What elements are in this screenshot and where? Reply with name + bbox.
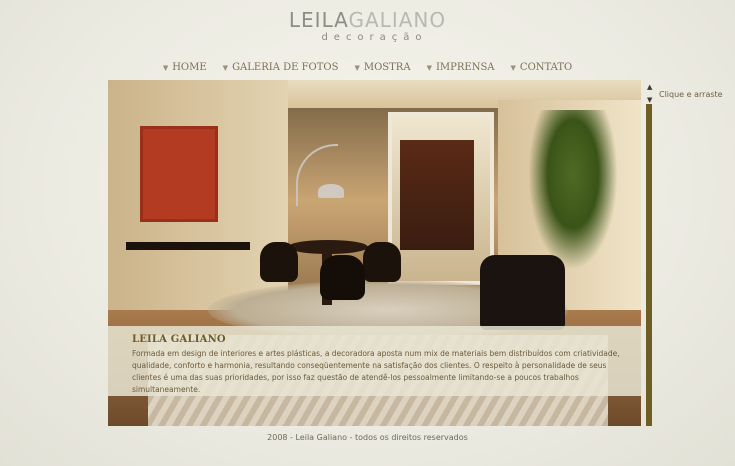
site-logo[interactable]: LEILAGALIANO decoração	[0, 8, 735, 43]
logo-tagline: decoração	[321, 32, 428, 43]
triangle-down-icon: ▼	[510, 63, 516, 72]
nav-item-imprensa[interactable]: ▼ IMPRENSA	[427, 62, 495, 73]
about-title: LEILA GALIANO	[132, 334, 226, 345]
photo-console	[126, 242, 250, 250]
triangle-down-icon: ▼	[354, 63, 360, 72]
nav-item-mostra[interactable]: ▼ MOSTRA	[354, 62, 410, 73]
drag-hint: Clique e arraste	[659, 90, 723, 99]
photo-armchair	[480, 255, 565, 330]
logo-name-last: GALIANO	[348, 8, 447, 32]
nav-item-label: CONTATO	[519, 62, 573, 73]
logo-name: LEILAGALIANO	[0, 8, 735, 32]
photo-chair	[363, 242, 401, 282]
nav-item-label: GALERIA DE FOTOS	[232, 62, 339, 73]
triangle-down-icon: ▼	[162, 63, 169, 72]
photo-red-artwork	[140, 126, 218, 222]
main-nav: ▼ HOME ▼ GALERIA DE FOTOS ▼ MOSTRA ▼ IMPRENS…	[0, 62, 735, 73]
scroll-up-icon[interactable]: ▲	[647, 83, 652, 91]
about-panel: LEILA GALIANO Formada em design de inter…	[108, 326, 641, 396]
nav-item-label: MOSTRA	[363, 62, 411, 73]
logo-name-first: LEILA	[288, 8, 349, 32]
scrollbar-track[interactable]	[646, 104, 652, 426]
photo-chair	[260, 242, 298, 282]
photo-inner-room	[400, 140, 474, 250]
nav-item-label: HOME	[172, 62, 207, 73]
nav-item-home[interactable]: ▼ HOME	[163, 62, 207, 73]
triangle-down-icon: ▼	[222, 63, 229, 72]
triangle-down-icon: ▼	[426, 63, 432, 72]
photo-chair	[320, 255, 365, 300]
footer-copyright: 2008 - Leila Galiano - todos os direitos…	[267, 433, 468, 442]
about-text: Formada em design de interiores e artes …	[132, 349, 620, 394]
photo-plant	[528, 110, 618, 270]
photo-lamp-head	[318, 184, 344, 198]
scroll-down-icon[interactable]: ▼	[647, 96, 652, 104]
nav-item-contato[interactable]: ▼ CONTATO	[511, 62, 573, 73]
nav-item-galeria[interactable]: ▼ GALERIA DE FOTOS	[223, 62, 339, 73]
nav-item-label: IMPRENSA	[435, 62, 495, 73]
